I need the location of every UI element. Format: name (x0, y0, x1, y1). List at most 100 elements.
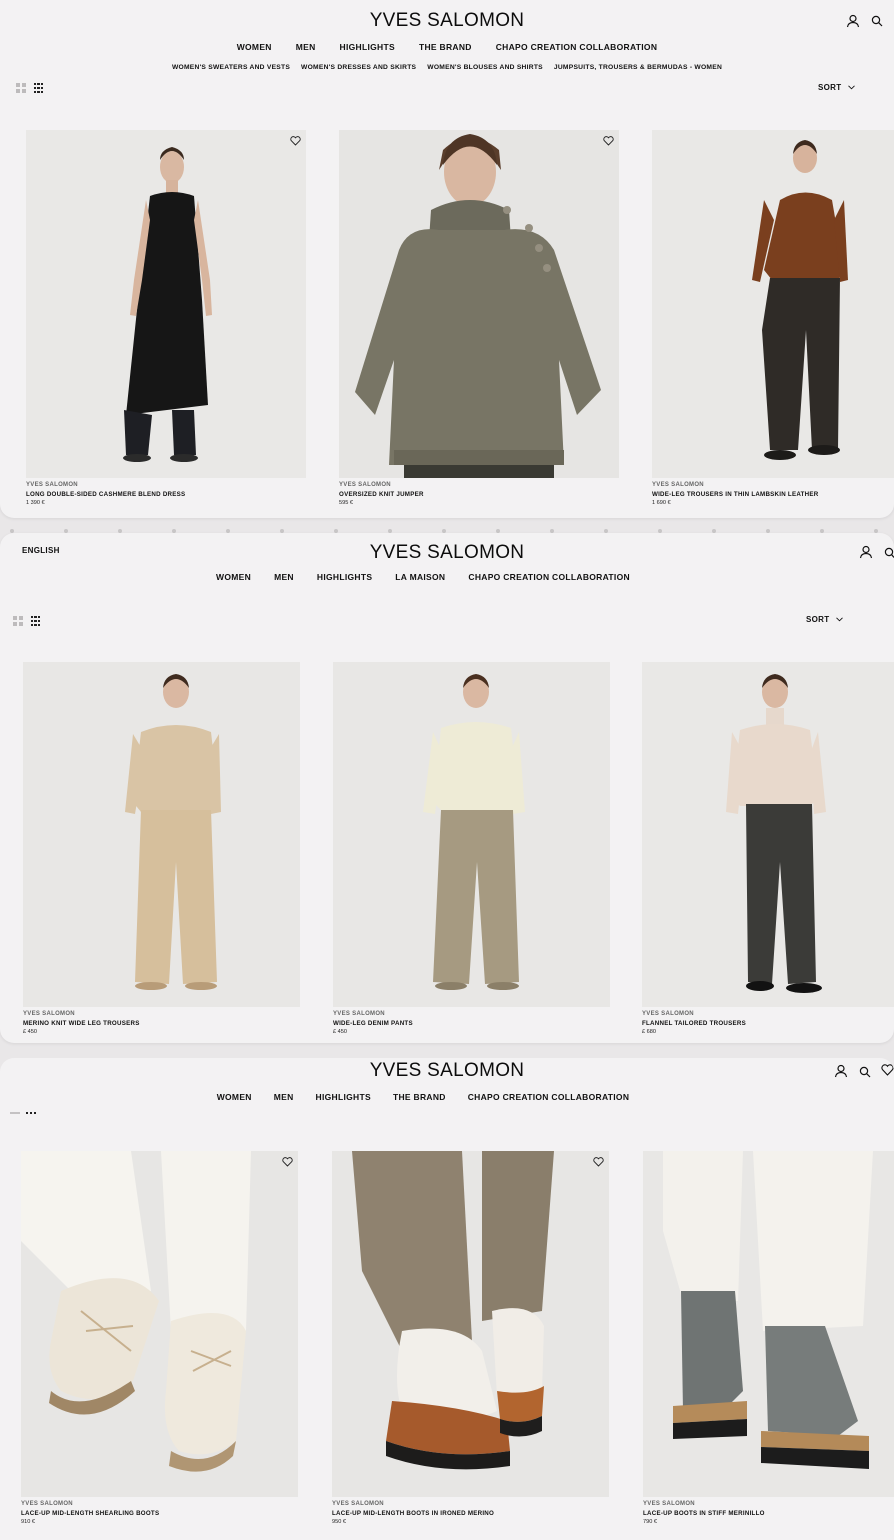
sub-nav: WOMEN'S SWEATERS AND VESTS WOMEN'S DRESS… (0, 64, 894, 71)
product-price: £ 450 (333, 1029, 347, 1035)
product-name[interactable]: LONG DOUBLE-SIDED CASHMERE BLEND DRESS (26, 491, 185, 498)
product-image[interactable] (23, 662, 300, 1007)
grid-three-columns-icon[interactable] (33, 83, 44, 93)
model-black-dress-image (26, 130, 306, 478)
model-knit-jumper-image (339, 130, 619, 478)
heart-icon[interactable] (881, 1064, 894, 1076)
nav-item-women[interactable]: WOMEN (217, 1092, 252, 1102)
product-card[interactable]: YVES SALOMON WIDE-LEG TROUSERS IN THIN L… (652, 130, 894, 510)
heart-icon[interactable] (282, 1157, 293, 1167)
product-card[interactable]: YVES SALOMON LONG DOUBLE-SIDED CASHMERE … (26, 130, 306, 510)
product-name[interactable]: OVERSIZED KNIT JUMPER (339, 491, 424, 498)
product-image[interactable] (26, 130, 306, 478)
grid-two-columns-icon[interactable] (13, 616, 23, 626)
nav-item-the-brand[interactable]: THE BRAND (419, 42, 472, 52)
model-leather-trousers-image (652, 130, 894, 478)
nav-item-the-brand[interactable]: THE BRAND (393, 1092, 446, 1102)
product-name[interactable]: FLANNEL TAILORED TROUSERS (642, 1020, 746, 1027)
product-price: 1 690 € (652, 500, 671, 506)
product-brand: YVES SALOMON (21, 1501, 73, 1507)
grid-two-columns-icon[interactable] (16, 83, 26, 93)
nav-item-men[interactable]: MEN (274, 572, 294, 582)
sort-dropdown[interactable]: SORT (818, 83, 856, 92)
product-price: 595 € (339, 500, 353, 506)
product-name[interactable]: LACE-UP BOOTS IN STIFF MERINILLO (643, 1510, 765, 1517)
screen-1: YVES SALOMON WOMEN MEN HIGHLIGHTS THE BR… (0, 0, 894, 518)
product-price: 1 390 € (26, 500, 45, 506)
screen-3: YVES SALOMON WOMEN MEN HIGHLIGHTS THE BR… (0, 1058, 894, 1540)
nav-item-men[interactable]: MEN (296, 42, 316, 52)
product-brand: YVES SALOMON (26, 482, 78, 488)
nav-item-men[interactable]: MEN (274, 1092, 294, 1102)
user-icon[interactable] (846, 14, 860, 28)
product-name[interactable]: MERINO KNIT WIDE LEG TROUSERS (23, 1020, 140, 1027)
product-price: 950 € (332, 1519, 346, 1525)
product-brand: YVES SALOMON (332, 1501, 384, 1507)
search-icon[interactable] (884, 547, 894, 559)
product-price: 790 € (643, 1519, 657, 1525)
nav-item-highlights[interactable]: HIGHLIGHTS (317, 572, 372, 582)
brand-logo[interactable]: YVES SALOMON (0, 1060, 894, 1082)
heart-icon[interactable] (603, 136, 614, 146)
subnav-item-trousers[interactable]: JUMPSUITS, TROUSERS & BERMUDAS - WOMEN (554, 64, 722, 71)
grid-three-columns-icon[interactable] (26, 1112, 36, 1114)
product-image[interactable] (643, 1151, 894, 1497)
product-image[interactable] (652, 130, 894, 478)
product-name[interactable]: LACE-UP MID-LENGTH SHEARLING BOOTS (21, 1510, 159, 1517)
subnav-item-sweaters[interactable]: WOMEN'S SWEATERS AND VESTS (172, 64, 290, 71)
nav-item-women[interactable]: WOMEN (216, 572, 251, 582)
product-price: £ 680 (642, 1029, 656, 1035)
product-brand: YVES SALOMON (23, 1011, 75, 1017)
sort-dropdown[interactable]: SORT (806, 615, 844, 624)
screen-2: ENGLISH YVES SALOMON WOMEN MEN HIGHLIGHT… (0, 533, 894, 1043)
product-image[interactable] (21, 1151, 298, 1497)
grid-toggle (16, 83, 44, 93)
main-nav: WOMEN MEN HIGHLIGHTS THE BRAND CHAPO CRE… (0, 1092, 870, 1102)
search-icon[interactable] (859, 1066, 871, 1078)
model-flannel-trousers-image (642, 662, 894, 1007)
subnav-item-blouses[interactable]: WOMEN'S BLOUSES AND SHIRTS (427, 64, 543, 71)
product-name[interactable]: WIDE-LEG TROUSERS IN THIN LAMBSKIN LEATH… (652, 491, 818, 498)
grid-two-columns-icon[interactable] (10, 1112, 20, 1114)
product-card[interactable]: YVES SALOMON MERINO KNIT WIDE LEG TROUSE… (23, 662, 300, 1042)
model-merino-trousers-image (23, 662, 300, 1007)
product-card[interactable]: YVES SALOMON FLANNEL TAILORED TROUSERS £… (642, 662, 894, 1042)
merino-boots-image (332, 1151, 609, 1497)
product-image[interactable] (339, 130, 619, 478)
product-brand: YVES SALOMON (652, 482, 704, 488)
product-card[interactable]: YVES SALOMON OVERSIZED KNIT JUMPER 595 € (339, 130, 619, 510)
user-icon[interactable] (859, 545, 873, 559)
product-card[interactable]: YVES SALOMON LACE-UP MID-LENGTH BOOTS IN… (332, 1151, 609, 1531)
nav-item-chapo-creation[interactable]: CHAPO CREATION COLLABORATION (496, 42, 658, 52)
product-brand: YVES SALOMON (333, 1011, 385, 1017)
nav-item-highlights[interactable]: HIGHLIGHTS (340, 42, 395, 52)
product-image[interactable] (332, 1151, 609, 1497)
shearling-boots-image (21, 1151, 298, 1497)
product-name[interactable]: WIDE-LEG DENIM PANTS (333, 1020, 413, 1027)
product-card[interactable]: YVES SALOMON LACE-UP BOOTS IN STIFF MERI… (643, 1151, 894, 1531)
user-icon[interactable] (834, 1064, 848, 1078)
brand-logo[interactable]: YVES SALOMON (0, 542, 894, 564)
nav-item-chapo-creation[interactable]: CHAPO CREATION COLLABORATION (468, 572, 630, 582)
grid-three-columns-icon[interactable] (30, 616, 41, 626)
product-card[interactable]: YVES SALOMON LACE-UP MID-LENGTH SHEARLIN… (21, 1151, 298, 1531)
nav-item-la-maison[interactable]: LA MAISON (395, 572, 445, 582)
product-card[interactable]: YVES SALOMON WIDE-LEG DENIM PANTS £ 450 (333, 662, 610, 1042)
search-icon[interactable] (871, 15, 883, 27)
nav-item-women[interactable]: WOMEN (237, 42, 272, 52)
grid-toggle (13, 616, 41, 626)
main-nav: WOMEN MEN HIGHLIGHTS LA MAISON CHAPO CRE… (0, 572, 870, 582)
nav-item-chapo-creation[interactable]: CHAPO CREATION COLLABORATION (468, 1092, 630, 1102)
product-image[interactable] (642, 662, 894, 1007)
product-image[interactable] (333, 662, 610, 1007)
product-price: £ 450 (23, 1029, 37, 1035)
heart-icon[interactable] (290, 136, 301, 146)
product-brand: YVES SALOMON (339, 482, 391, 488)
brand-logo[interactable]: YVES SALOMON (0, 10, 894, 32)
nav-item-highlights[interactable]: HIGHLIGHTS (316, 1092, 371, 1102)
sort-label: SORT (806, 615, 830, 624)
subnav-item-dresses[interactable]: WOMEN'S DRESSES AND SKIRTS (301, 64, 416, 71)
product-name[interactable]: LACE-UP MID-LENGTH BOOTS IN IRONED MERIN… (332, 1510, 494, 1517)
heart-icon[interactable] (593, 1157, 604, 1167)
product-price: 910 € (21, 1519, 35, 1525)
